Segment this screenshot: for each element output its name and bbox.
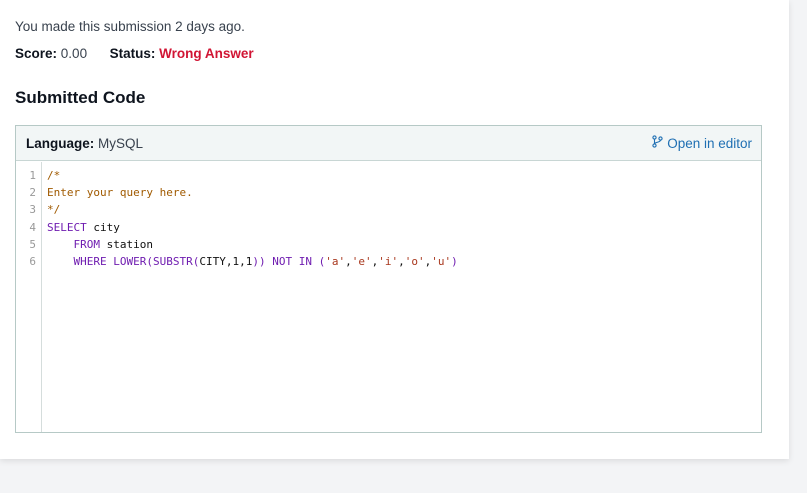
score-label: Score:: [15, 46, 58, 61]
submission-card: You made this submission 2 days ago. Sco…: [0, 0, 789, 459]
code-token: SELECT: [47, 220, 87, 234]
line-number: 3: [29, 203, 36, 217]
open-in-editor-label: Open in editor: [667, 135, 752, 151]
line-number: 1: [29, 169, 36, 182]
code-token: */: [47, 203, 61, 217]
score-status-line: Score: 0.00 Status: Wrong Answer: [15, 46, 254, 61]
code-line: WHERE LOWER(SUBSTR(CITY,1,1)) NOT IN ('a…: [47, 253, 458, 270]
code-line: FROM station: [47, 236, 458, 253]
code-token: ,: [398, 254, 405, 268]
score-value: 0.00: [60, 46, 88, 61]
status-label: Status:: [109, 46, 156, 61]
code-token: station: [100, 237, 153, 251]
code-token: FROM: [73, 237, 101, 251]
code-content: /* Enter your query here. */ SELECT city FR…: [42, 162, 458, 432]
code-token: (: [146, 254, 153, 268]
code-token: SUBSTR: [153, 254, 193, 268]
line-number: 5: [29, 237, 36, 251]
line-number: 2: [29, 186, 36, 200]
code-line: SELECT city: [47, 219, 458, 236]
code-token: 'a': [325, 254, 346, 268]
code-header: Language: MySQL Open in editor: [16, 126, 761, 161]
open-in-editor-link[interactable]: Open in editor: [652, 135, 752, 151]
code-token: WHERE: [73, 254, 107, 268]
code-line: /*: [47, 167, 458, 184]
code-token: CITY,1,1: [199, 254, 253, 268]
code-token: city: [86, 220, 120, 234]
code-line: */: [47, 201, 458, 218]
submission-meta: You made this submission 2 days ago.: [15, 19, 245, 34]
code-token: 'o': [404, 254, 425, 268]
language-value: MySQL: [98, 135, 144, 151]
status-value: Wrong Answer: [159, 46, 254, 61]
code-editor[interactable]: 1 2 3 4 5 6 /* Enter your query here. */ SELECT …: [16, 162, 761, 432]
language-label: Language:: [26, 135, 95, 151]
branch-icon: [652, 135, 663, 151]
line-number: 6: [29, 254, 36, 268]
code-token: Enter your query here.: [47, 186, 193, 200]
section-title: Submitted Code: [15, 88, 146, 107]
code-line: Enter your query here.: [47, 184, 458, 201]
code-token: )): [252, 254, 266, 268]
line-number-gutter: 1 2 3 4 5 6: [16, 162, 42, 432]
code-token: LOWER: [113, 254, 147, 268]
code-token: ): [451, 254, 458, 268]
code-token: NOT IN: [272, 254, 312, 268]
line-number: 4: [29, 220, 36, 234]
code-token: /*: [47, 169, 61, 182]
code-token: 'i': [378, 254, 399, 268]
code-token: ,: [345, 254, 352, 268]
code-token: 'e': [351, 254, 372, 268]
code-token: 'u': [431, 254, 452, 268]
code-panel: Language: MySQL Open in editor 1 2 3 4 5 6 /*…: [15, 125, 762, 433]
language-indicator: Language: MySQL: [26, 136, 143, 151]
